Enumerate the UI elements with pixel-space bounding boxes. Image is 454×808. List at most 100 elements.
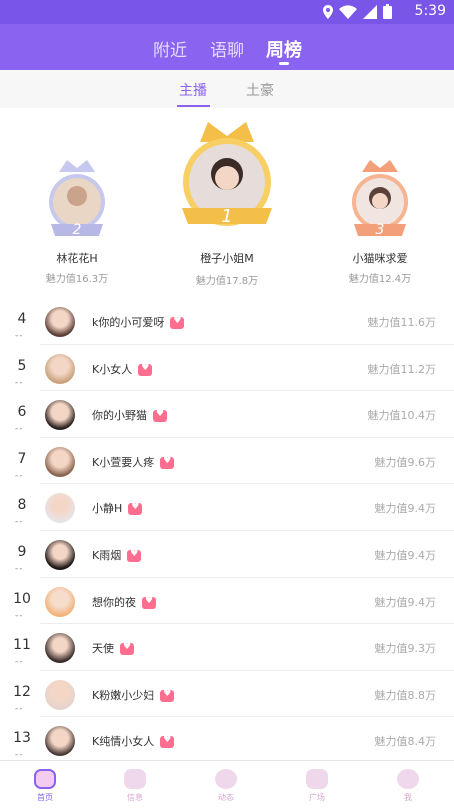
nav-moments[interactable]: 动态 [196,769,256,803]
avatar[interactable] [45,307,75,337]
podium-second[interactable]: 2 林花花H 魅力值16.3万 [0,108,157,288]
ranking-row-4[interactable]: 4 -- k你的小可爱呀 魅力值11.6万 [0,298,454,345]
podium-second-name: 林花花H [56,252,98,265]
home-icon [34,769,56,789]
battery-icon [383,4,392,23]
nav-home[interactable]: 首页 [15,769,75,803]
subtab-anchor[interactable]: 主播 [179,80,207,100]
podium-third[interactable]: 3 小猫咪求爱 魅力值12.4万 [300,108,454,288]
ranking-row-7[interactable]: 7 -- K小萱要人疼 魅力值9.6万 [0,438,454,485]
avatar[interactable] [45,679,75,710]
charm-value: 魅力值9.4万 [374,548,437,562]
heart-badge-icon [160,689,175,702]
podium-first-value: 魅力值17.8万 [195,276,259,287]
charm-value: 魅力值9.4万 [374,595,437,609]
charm-value: 魅力值11.6万 [367,316,437,329]
nav-messages[interactable]: 信息 [105,769,165,803]
tab-voice-chat[interactable]: 语聊 [210,36,244,61]
active-tab-indicator [279,62,289,65]
charm-value: 魅力值8.4万 [374,735,437,749]
tab-weekly-ranking[interactable]: 周榜 [266,36,302,62]
profile-icon [397,769,419,789]
bottom-navigation: 首页 信息 动态 广场 我 [0,760,454,808]
nav-label: 首页 [37,793,53,802]
charm-value: 魅力值10.4万 [367,409,437,423]
rank-number: 13 [13,730,31,747]
avatar[interactable] [45,493,75,524]
ranking-row-6[interactable]: 6 -- 你的小野猫 魅力值10.4万 [0,391,454,438]
charm-value: 魅力值11.2万 [367,362,437,376]
user-name: 你的小野猫 [92,407,167,423]
nav-profile[interactable]: 我 [378,769,438,803]
rank-number: 10 [13,590,31,607]
user-name: 小静H [92,500,143,516]
heart-badge-icon [170,316,185,329]
gold-crown-icon: 1 [182,122,272,227]
rank-change: -- [15,517,24,528]
signal-icon [363,4,377,23]
podium-third-name: 小猫咪求爱 [352,252,408,265]
podium-first[interactable]: 1 橙子小姐M 魅力值17.8万 [147,108,307,288]
heart-badge-icon [153,409,167,423]
ranking-row-11[interactable]: 11 -- 天使 魅力值9.3万 [0,624,454,671]
heart-badge-icon [120,642,134,656]
avatar[interactable] [45,353,75,384]
user-name: K小萱要人疼 [92,454,175,470]
nav-label: 动态 [218,793,234,802]
ranking-row-12[interactable]: 12 -- K粉嫩小少妇 魅力值8.8万 [0,671,454,718]
avatar[interactable] [45,446,75,477]
status-icons [323,4,392,23]
status-bar: 5:39 [0,0,454,24]
rank-number: 12 [13,683,31,700]
ranking-row-13[interactable]: 13 -- K纯情小女人 魅力值8.4万 [0,717,454,764]
moments-icon [215,769,237,789]
rank-2-badge-text: 2 [73,222,82,238]
sub-tabs: 主播 土豪 [0,70,454,108]
plaza-icon [306,769,328,789]
ranking-row-8[interactable]: 8 -- 小静H 魅力值9.4万 [0,484,454,531]
ranking-row-9[interactable]: 9 -- K雨烟 魅力值9.4万 [0,531,454,578]
charm-value: 魅力值9.6万 [374,455,437,469]
avatar[interactable] [45,586,75,617]
avatar[interactable] [45,633,75,664]
user-name: 想你的夜 [92,594,156,610]
heart-badge-icon [138,363,153,376]
podium-third-value: 魅力值12.4万 [348,274,412,285]
user-name: 天使 [92,640,134,656]
charm-value: 魅力值9.4万 [374,502,437,516]
user-name: K粉嫩小少妇 [92,687,175,703]
top-navigation: 附近 语聊 周榜 [0,24,454,70]
avatar[interactable] [45,726,75,757]
user-name: K雨烟 [92,547,142,563]
rank-number: 7 [17,450,27,467]
podium-second-value: 魅力值16.3万 [45,274,109,285]
ranking-row-10[interactable]: 10 -- 想你的夜 魅力值9.4万 [0,578,454,625]
heart-badge-icon [142,596,156,609]
nav-label: 广场 [309,793,325,802]
rank-3-badge-text: 3 [376,222,385,238]
charm-value: 魅力值9.3万 [374,642,437,656]
subtab-tycoon[interactable]: 土豪 [246,80,274,100]
location-icon [323,4,333,23]
rank-change: -- [15,563,24,574]
silver-crown-icon: 2 [49,160,105,238]
wifi-icon [339,4,357,23]
heart-badge-icon [160,735,175,749]
rank-change: -- [15,703,24,714]
rank-change: -- [15,470,24,481]
rank-change: -- [15,610,24,621]
ranking-row-5[interactable]: 5 -- K小女人 魅力值11.2万 [0,345,454,392]
rank-number: 8 [17,497,27,514]
heart-badge-icon [160,456,175,469]
message-icon [124,769,146,789]
nav-label: 信息 [127,793,143,802]
user-name: K纯情小女人 [92,733,175,749]
avatar[interactable] [45,400,75,431]
avatar[interactable] [45,539,75,570]
rank-change: -- [15,657,24,668]
nav-plaza[interactable]: 广场 [287,769,347,803]
rank-change: -- [15,424,24,435]
tab-nearby[interactable]: 附近 [153,36,187,61]
nav-label: 我 [404,793,412,802]
user-name: k你的小可爱呀 [92,314,185,330]
